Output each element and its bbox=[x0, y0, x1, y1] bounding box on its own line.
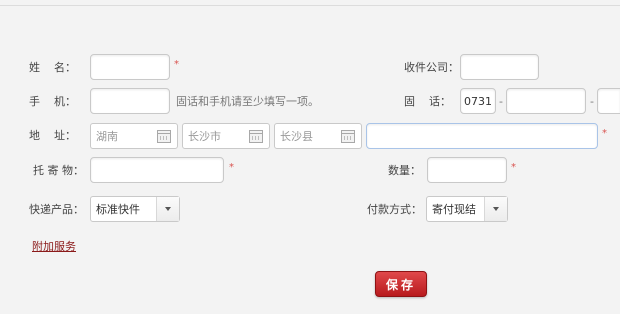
county-select[interactable]: 长沙县 bbox=[274, 123, 362, 149]
extra-service-link[interactable]: 附加服务 bbox=[32, 240, 76, 254]
goods-required-mark: * bbox=[229, 162, 234, 173]
payment-dropdown[interactable]: 寄付现结 bbox=[426, 196, 508, 222]
province-value: 湖南 bbox=[96, 130, 118, 143]
county-value: 长沙县 bbox=[280, 130, 313, 143]
tel-ext-input[interactable] bbox=[597, 88, 620, 114]
tel-dash-2: - bbox=[590, 95, 594, 108]
province-picker-icon bbox=[157, 129, 171, 143]
name-input[interactable] bbox=[90, 54, 170, 80]
payment-label: 付款方式： bbox=[367, 203, 422, 216]
phone-hint: 固话和手机请至少填写一项。 bbox=[176, 95, 319, 108]
product-value: 标准快件 bbox=[96, 203, 140, 216]
goods-input[interactable] bbox=[90, 157, 224, 183]
shipping-form: 姓 名： * 收件公司： 手 机： 固话和手机请至少填写一项。 固 话： - -… bbox=[0, 0, 620, 314]
tel-area-input[interactable] bbox=[460, 88, 496, 114]
quantity-required-mark: * bbox=[511, 162, 516, 173]
chevron-down-icon bbox=[156, 197, 179, 221]
phone-input[interactable] bbox=[90, 88, 170, 114]
product-dropdown[interactable]: 标准快件 bbox=[90, 196, 180, 222]
city-picker-icon bbox=[249, 129, 263, 143]
company-label: 收件公司： bbox=[404, 61, 459, 74]
payment-value: 寄付现结 bbox=[432, 203, 476, 216]
name-label: 姓 名： bbox=[29, 61, 76, 74]
save-button[interactable]: 保存 bbox=[375, 271, 427, 297]
goods-label: 托 寄 物： bbox=[33, 164, 84, 177]
phone-label: 手 机： bbox=[29, 95, 76, 108]
chevron-down-icon bbox=[484, 197, 507, 221]
company-input[interactable] bbox=[460, 54, 539, 80]
product-label: 快递产品： bbox=[29, 203, 84, 216]
city-select[interactable]: 长沙市 bbox=[182, 123, 270, 149]
quantity-input[interactable] bbox=[427, 157, 507, 183]
county-picker-icon bbox=[341, 129, 355, 143]
address-required-mark: * bbox=[602, 128, 607, 139]
quantity-label: 数量： bbox=[388, 164, 421, 177]
tel-number-input[interactable] bbox=[506, 88, 586, 114]
address-label: 地 址： bbox=[29, 129, 76, 142]
address-detail-input[interactable] bbox=[366, 123, 598, 149]
city-value: 长沙市 bbox=[188, 130, 221, 143]
tel-dash-1: - bbox=[499, 95, 503, 108]
tel-label: 固 话： bbox=[404, 95, 451, 108]
name-required-mark: * bbox=[174, 59, 179, 70]
top-divider bbox=[0, 5, 620, 6]
province-select[interactable]: 湖南 bbox=[90, 123, 178, 149]
